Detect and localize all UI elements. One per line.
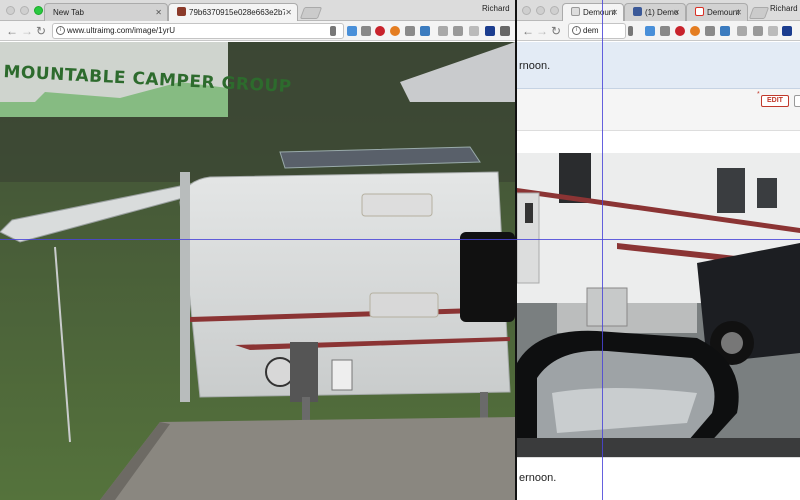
post-text-band: rnoon. <box>517 42 800 89</box>
new-tab-button[interactable] <box>299 7 323 19</box>
zoom-window-button[interactable] <box>550 6 559 15</box>
profile-name[interactable]: Richard <box>482 4 510 13</box>
right-browser-window: Demount ✕ (1) Demo ✕ Demount ✕ Richard ←… <box>517 0 800 500</box>
extension-lock-icon[interactable] <box>420 26 430 36</box>
forum-page: rnoon. EDIT * ernoon. <box>517 42 800 500</box>
edit-button[interactable]: EDIT <box>761 95 789 107</box>
mail-icon[interactable] <box>660 26 670 36</box>
post-footer: ernoon. <box>517 457 800 500</box>
extension-gear-icon[interactable] <box>438 26 448 36</box>
forward-arrow-icon[interactable]: → <box>536 23 548 39</box>
left-toolbar: ← → ↻ i www.ultraimg.com/image/1yrU <box>0 21 515 41</box>
camper-photo <box>0 42 515 500</box>
extension-n-icon[interactable] <box>782 26 792 36</box>
extension-badge-icon[interactable] <box>390 26 400 36</box>
bookmark-pin-icon[interactable] <box>330 26 336 36</box>
image-site-favicon-icon <box>177 7 186 16</box>
extension-square-icon[interactable] <box>768 26 778 36</box>
close-tab-icon[interactable]: ✕ <box>611 4 618 21</box>
facebook-icon <box>633 7 642 16</box>
forward-arrow-icon[interactable]: → <box>21 23 33 39</box>
post-toolbar: EDIT * <box>517 89 800 131</box>
close-tab-icon[interactable]: ✕ <box>155 4 162 21</box>
pinterest-icon[interactable] <box>675 26 685 36</box>
extension-drop-icon[interactable] <box>347 26 357 36</box>
horizontal-guide-line <box>0 239 800 240</box>
tab-demount-1[interactable]: Demount ✕ <box>562 3 624 21</box>
zoom-window-button[interactable] <box>34 6 43 15</box>
close-tab-icon[interactable]: ✕ <box>285 4 292 21</box>
back-arrow-icon[interactable]: ← <box>6 23 18 39</box>
minimize-window-button[interactable] <box>20 6 29 15</box>
extension-badge-icon[interactable] <box>690 26 700 36</box>
extension-gear-icon[interactable] <box>737 26 747 36</box>
extension-text-icon[interactable] <box>753 26 763 36</box>
menu-icon[interactable] <box>500 26 510 36</box>
minimize-window-button[interactable] <box>536 6 545 15</box>
pinterest-icon[interactable] <box>375 26 385 36</box>
right-titlebar: Demount ✕ (1) Demo ✕ Demount ✕ Richard <box>517 0 800 21</box>
extension-lock-icon[interactable] <box>720 26 730 36</box>
tab-label: 79b6370915e028e663e2b7 <box>189 8 285 17</box>
right-toolbar: ← → ↻ i dem <box>517 21 800 41</box>
extension-text-icon[interactable] <box>453 26 463 36</box>
address-bar[interactable]: i dem <box>568 23 626 39</box>
tab-gmail[interactable]: Demount ✕ <box>686 3 748 21</box>
info-icon: i <box>56 26 65 35</box>
quote-button[interactable] <box>794 95 800 107</box>
bookmark-pin-icon[interactable] <box>628 26 633 36</box>
extension-drop-icon[interactable] <box>645 26 655 36</box>
mail-icon[interactable] <box>361 26 371 36</box>
extension-cube-icon[interactable] <box>705 26 715 36</box>
tab-label: New Tab <box>53 8 84 17</box>
gmail-icon <box>695 7 704 16</box>
tab-new-tab[interactable]: New Tab ✕ <box>44 3 168 21</box>
image-viewer: MOUNTABLE CAMPER GROUP <box>0 42 515 500</box>
star-icon: * <box>757 91 760 98</box>
close-tab-icon[interactable]: ✕ <box>735 4 742 21</box>
left-titlebar: New Tab ✕ 79b6370915e028e663e2b7 ✕ Richa… <box>0 0 515 21</box>
reload-icon[interactable]: ↻ <box>551 23 561 39</box>
new-tab-button[interactable] <box>748 7 770 19</box>
address-text: dem <box>583 26 599 35</box>
close-tab-icon[interactable]: ✕ <box>673 4 680 21</box>
profile-name[interactable]: Richard <box>770 4 798 13</box>
tab-image[interactable]: 79b6370915e028e663e2b7 ✕ <box>168 3 298 21</box>
back-arrow-icon[interactable]: ← <box>522 23 534 39</box>
close-window-button[interactable] <box>522 6 531 15</box>
reload-icon[interactable]: ↻ <box>36 23 46 39</box>
left-browser-window: New Tab ✕ 79b6370915e028e663e2b7 ✕ Richa… <box>0 0 515 500</box>
post-footer-text: ernoon. <box>519 472 557 484</box>
address-text: www.ultraimg.com/image/1yrU <box>67 26 176 35</box>
tab-facebook[interactable]: (1) Demo ✕ <box>624 3 686 21</box>
vertical-guide-line <box>602 0 603 500</box>
extension-n-icon[interactable] <box>485 26 495 36</box>
address-bar[interactable]: i www.ultraimg.com/image/1yrU <box>52 23 344 39</box>
close-window-button[interactable] <box>6 6 15 15</box>
extension-cube-icon[interactable] <box>405 26 415 36</box>
extension-square-icon[interactable] <box>469 26 479 36</box>
camper-ute-photo <box>517 153 800 457</box>
document-favicon-icon <box>571 7 580 16</box>
post-text-fragment: rnoon. <box>519 60 551 72</box>
info-icon: i <box>572 26 581 35</box>
